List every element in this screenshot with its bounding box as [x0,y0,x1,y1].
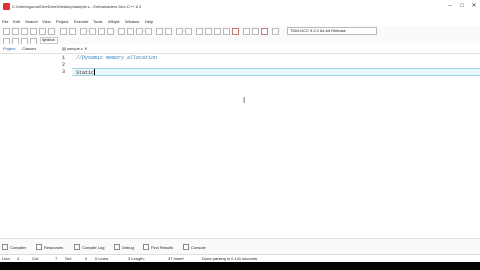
compile-icon[interactable] [196,28,203,35]
window-title: C:\Users\gurud\OneDrive\Desktop\sample.c… [12,4,142,9]
delete-profile-icon[interactable] [261,28,268,35]
stop-execution-icon[interactable] [232,28,239,35]
maximize-button[interactable]: □ [456,2,468,11]
line-number: 2 [62,62,66,68]
undo-icon[interactable] [60,28,67,35]
bottom-panel-tabs: Compiler Resources Compile Log Debug Fin… [0,238,480,255]
save-all-icon[interactable] [30,28,37,35]
menu-astyle[interactable]: AStyle [108,19,120,24]
text-caret [94,69,96,75]
compiler-icon [2,244,8,250]
compile-run-icon[interactable] [214,28,221,35]
menu-view[interactable]: View [42,19,51,24]
syntax-check-icon[interactable] [272,28,279,35]
status-message: Done parsing in 0.141 seconds [202,256,258,261]
indent-icon[interactable] [136,28,143,35]
goto-line-icon[interactable] [107,28,114,35]
redo-icon[interactable] [69,28,76,35]
menu-project[interactable]: Project [56,19,68,24]
compile-log-icon [74,244,80,250]
line-gutter: 1 2 3 [58,54,72,238]
menu-help[interactable]: Help [145,19,153,24]
project-options-icon[interactable] [185,28,192,35]
close-button[interactable]: ✕ [468,2,480,11]
debug-icon[interactable] [243,28,250,35]
search-input[interactable]: lightblob [40,37,58,44]
editor-tab-label: sample.c [66,46,83,51]
letterbox-bar [0,262,480,270]
rebuild-icon[interactable] [223,28,230,35]
tab-compile-log-label: Compile Log [82,245,105,250]
menu-bar: File Edit Search View Project Execute To… [0,18,480,26]
profile-icon[interactable] [252,28,259,35]
unindent-icon[interactable] [145,28,152,35]
file-icon: ▤ [62,46,66,51]
close-file-icon[interactable] [39,28,46,35]
console-icon [183,244,189,250]
save-icon[interactable] [21,28,28,35]
uncomment-icon[interactable] [165,28,172,35]
tab-debug-label: Debug [122,245,134,250]
tab-close-icon[interactable]: ✕ [84,46,87,51]
menu-tools[interactable]: Tools [93,19,102,24]
tab-debug[interactable]: Debug [114,244,134,250]
menu-execute[interactable]: Execute [74,19,88,24]
code-line-comment: //Dynamic memory allocation [76,55,158,61]
line-number: 3 [62,69,66,75]
current-line-highlight [72,68,480,76]
run-icon[interactable] [205,28,212,35]
tab-find-results-label: Find Results [151,245,174,250]
tab-resources-label: Resources [44,245,64,250]
comment-icon[interactable] [156,28,163,35]
tab-compile-log[interactable]: Compile Log [74,244,104,250]
tab-classes[interactable]: Classes [22,46,36,51]
tab-console-label: Console [191,245,206,250]
class-browser-icon[interactable] [118,28,125,35]
tab-compiler[interactable]: Compiler [2,244,26,250]
status-lines: 0 Lines: [95,256,110,261]
open-file-icon[interactable] [12,28,19,35]
menu-search[interactable]: Search [25,19,38,24]
resources-icon [36,244,42,250]
status-sel-value: 0 [85,256,88,261]
app-logo-icon [3,3,10,10]
toggle-bookmark-icon[interactable] [127,28,134,35]
tab-find-results[interactable]: Find Results [143,244,173,250]
tab-resources[interactable]: Resources [36,244,63,250]
tabs-row: Project Classes ▤ sample.c ✕ [0,44,480,54]
title-bar: C:\Users\gurud\OneDrive\Desktop\sample.c… [0,0,480,18]
code-editor[interactable]: 1 2 3 //Dynamic memory allocation Static [58,54,480,238]
menu-edit[interactable]: Edit [13,19,20,24]
menu-window[interactable]: Window [125,19,139,24]
tab-project[interactable]: Project [3,46,15,51]
status-col-value: 7 [55,256,58,261]
status-line-value: 3 [17,256,20,261]
minimize-button[interactable]: – [444,2,456,11]
menu-file[interactable]: File [2,19,8,24]
find-results-icon [143,244,149,250]
status-insert: 37 Insert [168,256,184,261]
line-number: 1 [62,55,66,61]
ibeam-cursor-icon: I [243,96,246,105]
find-next-icon[interactable] [98,28,105,35]
find-icon[interactable] [80,28,87,35]
status-line-label: Line: [2,256,11,261]
new-project-icon[interactable] [176,28,183,35]
code-line-current: Static [76,69,96,76]
status-col-label: Col: [32,256,40,261]
new-file-icon[interactable] [3,28,10,35]
replace-icon[interactable] [89,28,96,35]
debug-tab-icon [114,244,120,250]
tab-compiler-label: Compiler [10,245,27,250]
code-line-text: Static [76,70,95,76]
print-icon[interactable] [48,28,55,35]
app-window: C:\Users\gurud\OneDrive\Desktop\sample.c… [0,0,480,270]
editor-tab-sample[interactable]: ▤ sample.c ✕ [62,46,87,51]
compiler-select[interactable]: TDM-GCC 9.2.0 64-bit Release [287,27,377,35]
status-length: 3 Length: [128,256,145,261]
tab-console[interactable]: Console [183,244,206,250]
status-sel-label: Sel: [65,256,72,261]
